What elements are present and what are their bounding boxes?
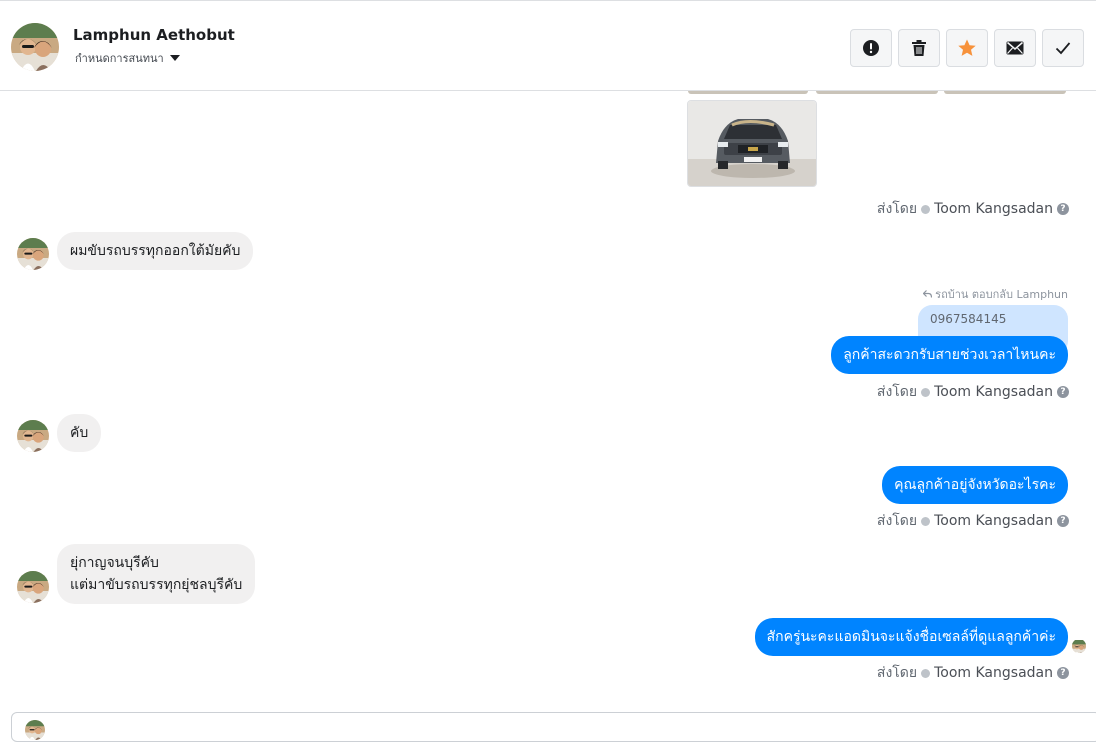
help-icon[interactable]: ?: [1057, 386, 1069, 398]
mark-unread-button[interactable]: [994, 29, 1036, 67]
help-icon[interactable]: ?: [1057, 203, 1069, 215]
help-icon[interactable]: ?: [1057, 667, 1069, 679]
outgoing-message[interactable]: คุณลูกค้าอยู่จังหวัดอะไรคะ: [882, 466, 1068, 504]
mark-done-button[interactable]: [1042, 29, 1084, 67]
agent-name[interactable]: Toom Kangsadan: [934, 665, 1053, 681]
sender-avatar[interactable]: [17, 238, 49, 270]
page-badge-icon: [921, 387, 931, 397]
reply-caption: รถบ้าน ตอบกลับ Lamphun: [923, 285, 1068, 303]
sender-avatar[interactable]: [17, 420, 49, 452]
conversation-toolbar: [850, 29, 1084, 67]
outgoing-message[interactable]: ลูกค้าสะดวกรับสายช่วงเวลาไหนคะ: [831, 336, 1068, 374]
caret-down-icon: [169, 55, 180, 61]
assign-label: กำหนดการสนทนา: [75, 52, 164, 65]
sent-by-footer: ส่งโดย Toom Kangsadan ?: [877, 662, 1069, 684]
page-badge-icon: [921, 204, 931, 214]
sent-by-footer: ส่งโดย Toom Kangsadan ?: [877, 381, 1069, 403]
agent-name[interactable]: Toom Kangsadan: [934, 384, 1053, 400]
mark-spam-button[interactable]: [850, 29, 892, 67]
outgoing-message[interactable]: สักครู่นะคะแอดมินจะแจ้งชื่อเซลล์ที่ดูแลล…: [754, 618, 1068, 656]
delete-button[interactable]: [898, 29, 940, 67]
reply-arrow-icon: [923, 290, 933, 298]
incoming-message[interactable]: คับ: [57, 414, 102, 452]
assign-conversation-dropdown[interactable]: กำหนดการสนทนา: [75, 49, 180, 67]
page-badge-icon: [921, 668, 931, 678]
spam-icon: [863, 40, 879, 56]
agent-name[interactable]: Toom Kangsadan: [934, 513, 1053, 529]
star-button[interactable]: [946, 29, 988, 67]
help-icon[interactable]: ?: [1057, 515, 1069, 527]
incoming-message[interactable]: ผมขับรถบรรทุกออกใต้มัยคับ: [57, 232, 254, 270]
agent-name[interactable]: Toom Kangsadan: [934, 201, 1053, 217]
message-line: แต่มาขับรถบรรทุกยุ่ชลบุรีคับ: [70, 577, 243, 593]
message-line: ยุ่กาญจนบุรีคับ: [70, 555, 159, 571]
message-thread[interactable]: ส่งโดย Toom Kangsadan ? ผมขับรถบรรทุกออก…: [0, 91, 1096, 711]
sent-by-footer: ส่งโดย Toom Kangsadan ?: [877, 510, 1069, 532]
incoming-message[interactable]: ยุ่กาญจนบุรีคับ แต่มาขับรถบรรทุกยุ่ชลบุร…: [57, 544, 256, 604]
sender-avatar[interactable]: [17, 571, 49, 603]
mail-icon: [1006, 41, 1024, 55]
message-composer[interactable]: [11, 712, 1096, 742]
star-icon: [958, 39, 976, 56]
check-icon: [1055, 42, 1071, 55]
contact-avatar[interactable]: [11, 23, 59, 71]
conversation-header: Lamphun Aethobut กำหนดการสนทนา: [0, 0, 1096, 91]
seen-avatar: [1072, 639, 1086, 653]
image-thumbnail-edge[interactable]: [816, 91, 938, 94]
page-badge-icon: [921, 516, 931, 526]
contact-name[interactable]: Lamphun Aethobut: [73, 26, 235, 44]
image-thumbnail-edge[interactable]: [944, 91, 1066, 94]
sent-by-footer: ส่งโดย Toom Kangsadan ?: [877, 198, 1069, 220]
image-thumbnail-edge[interactable]: [688, 91, 808, 94]
car-image-attachment[interactable]: [687, 100, 817, 187]
composer-avatar: [25, 720, 45, 740]
trash-icon: [912, 40, 926, 56]
